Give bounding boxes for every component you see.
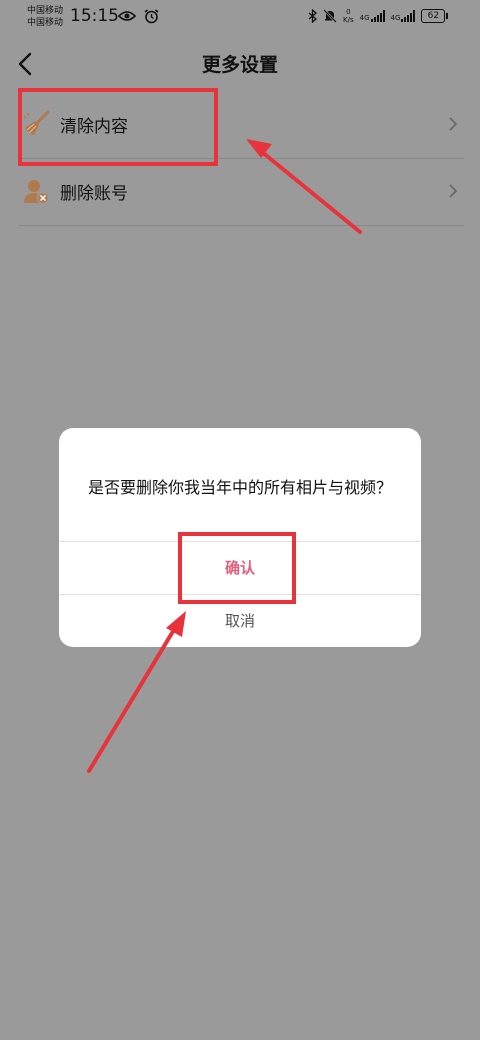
eye-icon <box>118 11 136 21</box>
status-icons-right: 0 K/s 4G 4G 62 <box>308 8 449 24</box>
status-time: 15:15 <box>70 6 119 26</box>
status-bar: 中国移动 中国移动 15:15 0 K/s 4G 4G 62 <box>0 0 480 36</box>
menu-item-label: 删除账号 <box>60 184 128 204</box>
signal-1: 4G <box>360 10 385 22</box>
carrier-2: 中国移动 <box>27 18 64 28</box>
mute-bell-icon <box>323 9 337 23</box>
chevron-right-icon <box>449 117 458 131</box>
dialog-message: 是否要删除你我当年中的所有相片与视频？ <box>87 478 392 497</box>
alarm-icon <box>144 9 159 24</box>
menu-item-delete-account[interactable]: 删除账号 <box>18 159 464 226</box>
bluetooth-icon <box>308 9 317 23</box>
signal-bars-icon <box>401 10 416 22</box>
signal-2: 4G <box>391 10 416 22</box>
header: 更多设置 <box>0 42 480 86</box>
battery-indicator: 62 <box>421 9 449 23</box>
carrier-1: 中国移动 <box>27 6 64 16</box>
net-speed: 0 K/s <box>343 8 354 24</box>
page-title: 更多设置 <box>201 54 278 76</box>
status-icons-left <box>118 9 159 24</box>
signal-bars-icon <box>370 10 385 22</box>
highlight-box-clear-content <box>18 88 218 166</box>
chevron-right-icon <box>449 184 458 198</box>
highlight-box-confirm <box>178 532 296 604</box>
user-delete-icon <box>24 180 50 205</box>
carrier-labels: 中国移动 中国移动 <box>27 5 63 29</box>
